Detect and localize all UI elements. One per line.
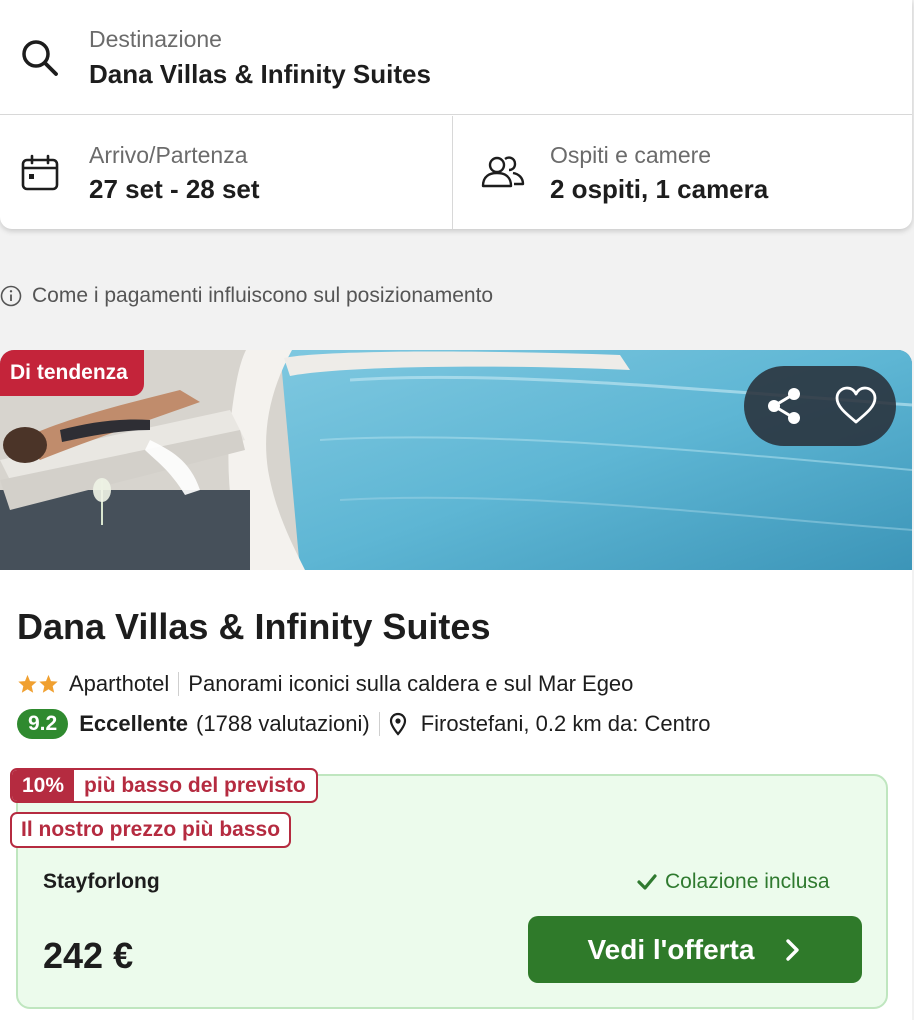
dates-field[interactable]: Arrivo/Partenza 27 set - 28 set — [0, 116, 453, 229]
destination-label: Destinazione — [89, 26, 222, 52]
divider — [378, 712, 380, 736]
view-offer-label: Vedi l'offerta — [587, 933, 755, 965]
photo-actions — [744, 366, 896, 446]
destination-value: Dana Villas & Infinity Suites — [89, 59, 431, 89]
hotel-name[interactable]: Dana Villas & Infinity Suites — [17, 606, 490, 648]
offer-provider: Stayforlong — [43, 870, 160, 893]
view-offer-button[interactable]: Vedi l'offerta — [528, 916, 862, 983]
breakfast-text: Colazione inclusa — [665, 870, 830, 893]
review-count: (1788 valutazioni) — [196, 711, 370, 736]
trending-badge: Di tendenza — [0, 350, 144, 396]
info-icon — [0, 285, 22, 307]
star-rating — [17, 674, 59, 694]
users-icon — [481, 156, 525, 188]
star-icon — [39, 674, 58, 693]
location-text[interactable]: Firostefani, 0.2 km da: Centro — [421, 711, 711, 737]
payment-note-text: Come i pagamenti influiscono sul posizio… — [32, 284, 494, 307]
divider — [178, 672, 180, 696]
hotel-card[interactable]: Di tendenza Dana Villas & Infinity Suite… — [0, 350, 912, 1020]
hotel-type: Aparthotel — [69, 671, 170, 696]
guests-value: 2 ospiti, 1 camera — [550, 174, 769, 204]
star-icon — [18, 674, 37, 693]
payment-ranking-link[interactable]: Come i pagamenti influiscono sul posizio… — [0, 282, 493, 310]
share-icon[interactable] — [762, 384, 806, 428]
chevron-right-icon — [786, 938, 800, 961]
calendar-icon — [21, 154, 59, 191]
breakfast-included: Colazione inclusa — [637, 868, 830, 896]
check-icon — [637, 874, 657, 890]
discount-percent: 10% — [12, 770, 75, 801]
lowest-price-badge: Il nostro prezzo più basso — [10, 812, 292, 848]
offer-price: 242 € — [43, 935, 134, 976]
hotel-photo[interactable]: Di tendenza — [0, 350, 912, 570]
rating-word: Eccellente — [79, 711, 189, 736]
dates-value: 27 set - 28 set — [89, 174, 260, 204]
location-pin-icon — [389, 712, 406, 736]
heart-icon[interactable] — [834, 384, 878, 428]
dates-label: Arrivo/Partenza — [89, 142, 248, 168]
discount-badge: 10% più basso del previsto — [10, 768, 318, 803]
discount-text: più basso del previsto — [84, 773, 306, 797]
hotel-type-line: Aparthotel Panorami iconici sulla calder… — [17, 669, 633, 699]
search-icon — [22, 40, 58, 76]
guests-field[interactable]: Ospiti e camere 2 ospiti, 1 camera — [454, 116, 912, 229]
hotel-highlight: Panorami iconici sulla caldera e sul Mar… — [188, 671, 634, 696]
destination-field[interactable]: Destinazione Dana Villas & Infinity Suit… — [0, 0, 912, 115]
guests-label: Ospiti e camere — [550, 142, 712, 168]
rating-line: 9.2 Eccellente (1788 valutazioni) Firost… — [17, 709, 711, 739]
score-badge: 9.2 — [17, 709, 69, 739]
search-card: Destinazione Dana Villas & Infinity Suit… — [0, 0, 912, 229]
